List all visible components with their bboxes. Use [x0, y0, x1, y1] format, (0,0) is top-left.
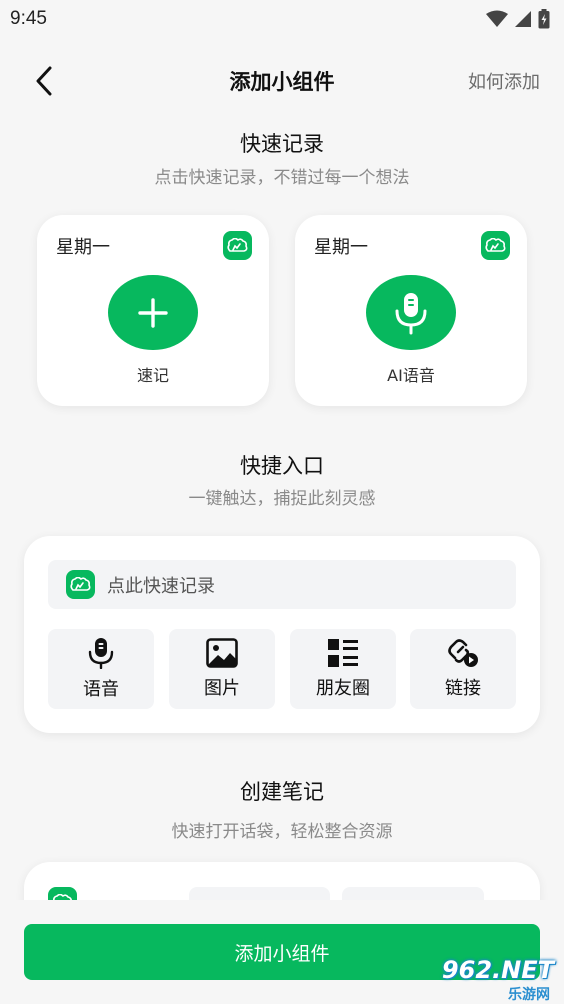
image-icon	[206, 638, 238, 668]
quick-entry-subtitle: 一键触达，捕捉此刻灵感	[188, 489, 376, 509]
brain-icon	[481, 231, 510, 260]
nav-bar: 添加小组件 如何添加	[0, 52, 564, 110]
plus-icon	[138, 297, 168, 328]
quick-entry-title: 快捷入口	[240, 454, 324, 478]
widget-day-label: 星期一	[314, 237, 368, 258]
moments-button[interactable]: 朋友圈	[290, 629, 396, 709]
add-note-button[interactable]	[108, 275, 198, 350]
moments-label: 朋友圈	[316, 678, 370, 699]
quick-note-widget[interactable]: 星期一 速记	[37, 215, 269, 406]
voice-button[interactable]: 语音	[48, 629, 154, 709]
link-play-icon	[448, 639, 478, 667]
battery-icon	[538, 9, 550, 29]
microphone-icon	[395, 292, 427, 334]
watermark-subtext: 乐游网	[508, 987, 550, 1003]
back-button[interactable]	[26, 62, 62, 100]
status-bar: 9:45	[0, 0, 564, 38]
widget-day-label: 星期一	[56, 237, 110, 258]
page-title: 添加小组件	[229, 70, 335, 94]
image-button[interactable]: 图片	[169, 629, 275, 709]
wifi-icon	[486, 10, 508, 27]
create-note-title: 创建笔记	[240, 780, 324, 804]
watermark-text: 962.NET	[441, 956, 554, 984]
widget-label: 速记	[136, 366, 169, 385]
brain-icon	[223, 231, 252, 260]
status-icons	[486, 9, 550, 29]
watermark-logo: 962.NET 乐游网	[420, 954, 560, 1004]
signal-icon	[515, 11, 531, 27]
moments-grid-icon	[328, 639, 358, 667]
link-button[interactable]: 链接	[410, 629, 516, 709]
microphone-icon	[88, 638, 114, 669]
widget-label: AI语音	[387, 366, 435, 385]
quick-record-input[interactable]: 点此快速记录	[48, 560, 516, 609]
voice-label: 语音	[83, 679, 119, 700]
quick-record-title: 快速记录	[240, 132, 324, 156]
quick-record-subtitle: 点击快速记录，不错过每一个想法	[154, 168, 410, 188]
link-label: 链接	[445, 678, 481, 699]
quick-record-placeholder: 点此快速记录	[107, 575, 215, 597]
brain-icon	[66, 570, 95, 599]
status-time: 9:45	[10, 8, 47, 29]
ai-voice-button[interactable]	[366, 275, 456, 350]
ai-voice-widget[interactable]: 星期一 AI语音	[295, 215, 527, 406]
footer: 添加小组件 962.NET 乐游网	[0, 900, 564, 1004]
chevron-left-icon	[36, 66, 52, 96]
how-to-add-link[interactable]: 如何添加	[468, 68, 540, 94]
quick-entry-widget: 点此快速记录 语音 图片 朋友圈 链接	[24, 536, 540, 733]
image-label: 图片	[204, 678, 240, 699]
create-note-subtitle: 快速打开话袋，轻松整合资源	[171, 822, 393, 842]
